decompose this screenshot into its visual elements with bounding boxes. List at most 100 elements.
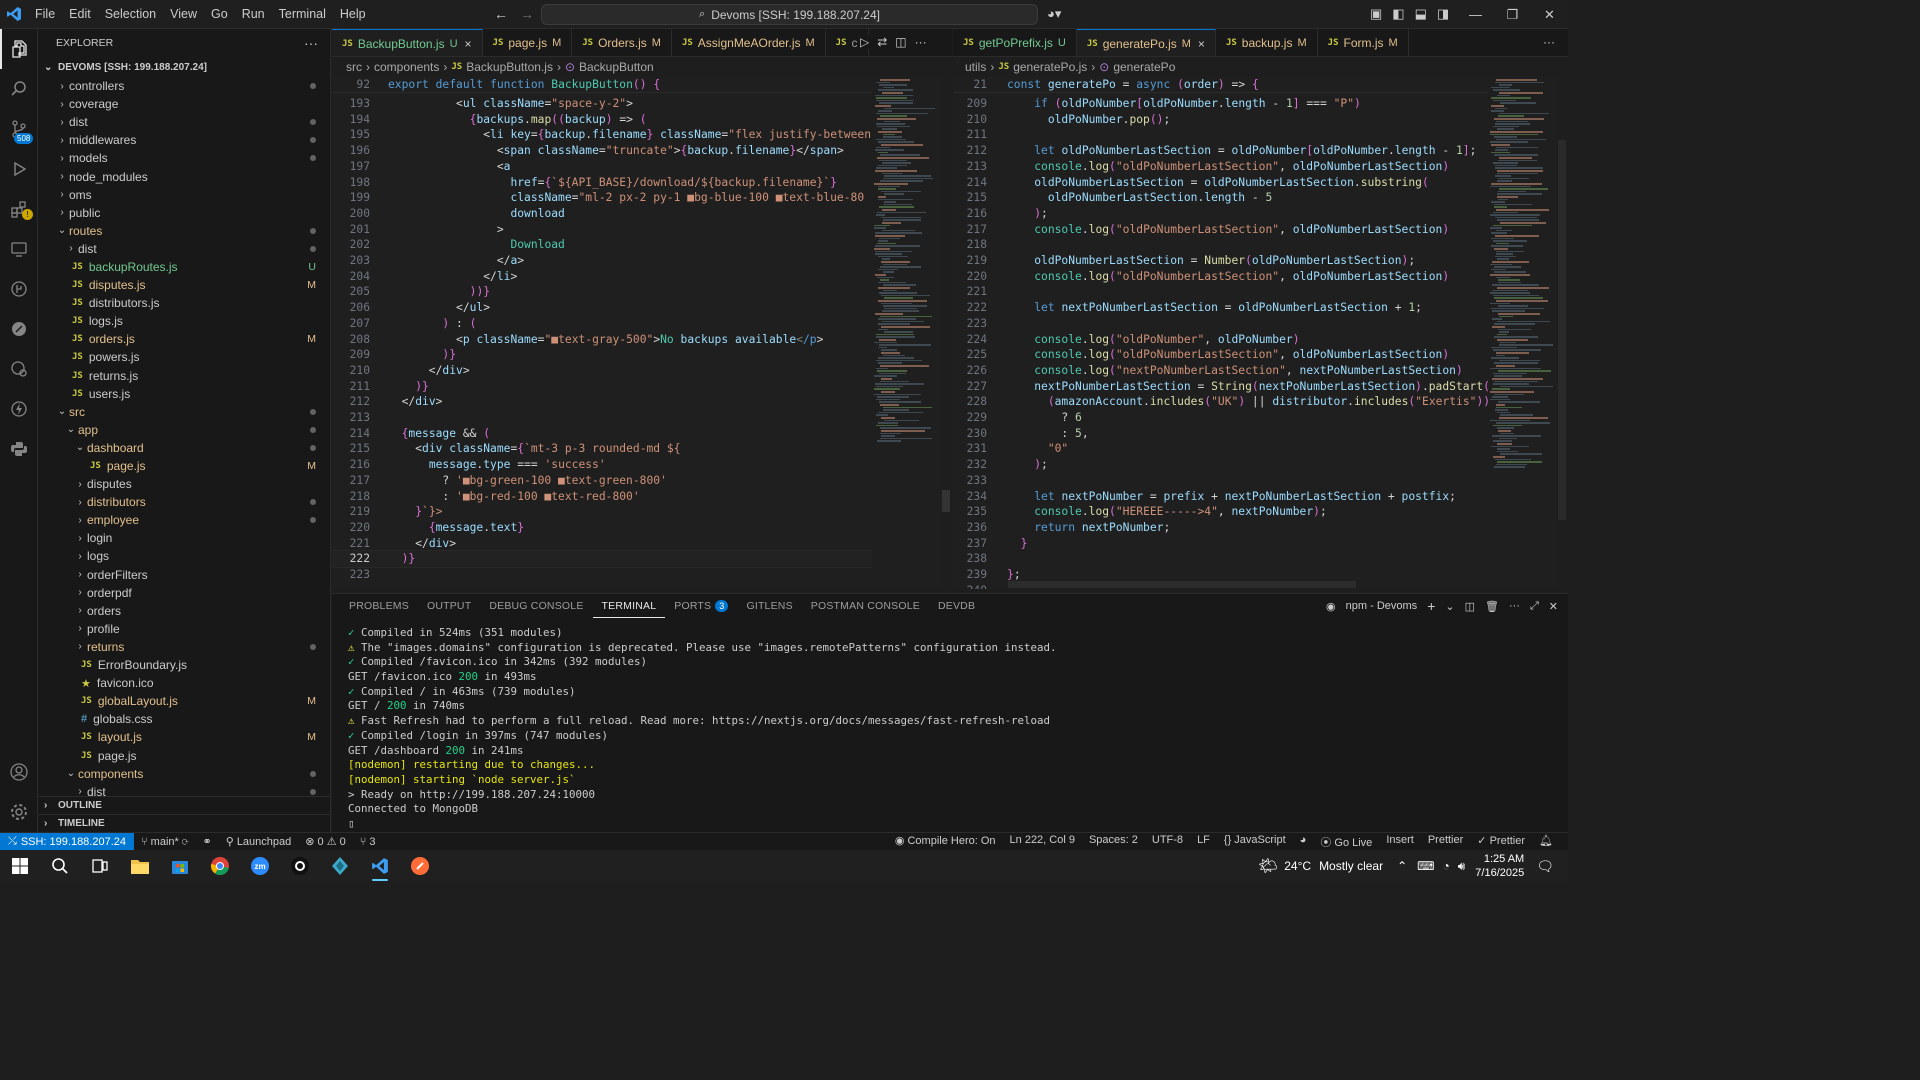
back-arrow-icon[interactable]: ← bbox=[494, 6, 508, 22]
folder-item[interactable]: › oms bbox=[38, 186, 330, 204]
code-line[interactable]: 214 oldPoNumberLastSection = oldPoNumber… bbox=[953, 175, 1488, 191]
search-icon[interactable] bbox=[0, 69, 38, 109]
weather-description[interactable]: Mostly clear bbox=[1319, 859, 1383, 873]
chevron-up-icon[interactable]: ⌃ bbox=[1397, 859, 1407, 873]
code-line[interactable]: 209 if (oldPoNumber[oldPoNumber.length -… bbox=[953, 96, 1488, 112]
code-line[interactable]: 221 </div> bbox=[332, 536, 872, 552]
code-line[interactable]: 213 bbox=[332, 410, 872, 426]
file-item[interactable]: JS logs.js bbox=[38, 312, 330, 330]
source-control-icon[interactable]: 508 bbox=[0, 109, 38, 149]
close-tab-icon[interactable]: × bbox=[465, 37, 472, 51]
code-line[interactable]: 193 <ul className="space-y-2"> bbox=[332, 96, 872, 112]
code-line[interactable]: 215 <div className={`mt-3 p-3 rounded-md… bbox=[332, 441, 872, 457]
file-item[interactable]: JS page.js bbox=[38, 746, 330, 764]
postman-taskbar-icon[interactable] bbox=[400, 850, 440, 882]
code-line[interactable]: 216 ); bbox=[953, 206, 1488, 222]
menu-file[interactable]: File bbox=[28, 0, 62, 29]
accounts-icon[interactable] bbox=[0, 752, 38, 792]
code-line[interactable]: 222 )} bbox=[332, 550, 872, 569]
editor-tab[interactable]: JS getPoPrefix.js U bbox=[953, 29, 1077, 56]
sticky-scroll-line[interactable]: 92 export default function BackupButton()… bbox=[332, 77, 872, 93]
code-line[interactable]: 218 : '■bg-red-100 ■text-red-800' bbox=[332, 489, 872, 505]
right-scrollbar[interactable] bbox=[1558, 140, 1566, 520]
restore-icon[interactable]: ❐ bbox=[1494, 0, 1531, 29]
editor-tab[interactable]: JS backup.js M bbox=[1216, 29, 1318, 56]
code-line[interactable]: 204 </li> bbox=[332, 269, 872, 285]
menu-selection[interactable]: Selection bbox=[98, 0, 163, 29]
command-center[interactable]: ⌕ Devoms [SSH: 199.188.207.24] bbox=[541, 4, 1038, 25]
file-item[interactable]: JS disputes.js M bbox=[38, 276, 330, 294]
editor-tab[interactable]: JS AssignMeAOrder.js M bbox=[672, 29, 826, 56]
clock[interactable]: 1:25 AM 7/16/2025 bbox=[1475, 852, 1524, 880]
code-line[interactable]: 211 )} bbox=[332, 379, 872, 395]
close-icon[interactable]: ✕ bbox=[1531, 0, 1568, 29]
panel-tab-gitlens[interactable]: GITLENS bbox=[737, 594, 801, 618]
chrome-icon[interactable] bbox=[200, 850, 240, 882]
file-item[interactable]: ★ favicon.ico bbox=[38, 674, 330, 692]
code-line[interactable]: 223 bbox=[953, 316, 1488, 332]
encoding[interactable]: UTF-8 bbox=[1145, 834, 1190, 850]
weather-icon[interactable]: 🌤︎ bbox=[1258, 856, 1278, 876]
code-line[interactable]: 225 console.log("oldPoNumberLastSection"… bbox=[953, 347, 1488, 363]
right-minimap[interactable] bbox=[1488, 77, 1558, 589]
trash-icon[interactable]: 🗑 bbox=[1485, 600, 1499, 613]
thunder-client-icon[interactable] bbox=[0, 389, 38, 429]
code-line[interactable]: 222 let nextPoNumberLastSection = oldPoN… bbox=[953, 300, 1488, 316]
file-item[interactable]: JS globalLayout.js M bbox=[38, 692, 330, 710]
notifications-bell-icon[interactable]: 🔔︎ bbox=[1532, 834, 1560, 850]
right-more-actions-icon[interactable]: ··· bbox=[1543, 35, 1555, 49]
code-line[interactable]: 224 console.log("oldPoNumber", oldPoNumb… bbox=[953, 332, 1488, 348]
code-line[interactable]: 211 bbox=[953, 127, 1488, 143]
database-icon[interactable] bbox=[0, 349, 38, 389]
compare-changes-icon[interactable]: ⇄ bbox=[877, 35, 887, 49]
code-line[interactable]: 198 href={`${API_BASE}/download/${backup… bbox=[332, 175, 872, 191]
timeline-section[interactable]: › TIMELINE bbox=[38, 814, 331, 832]
code-line[interactable]: 217 ? '■bg-green-100 ■text-green-800' bbox=[332, 473, 872, 489]
folder-item[interactable]: › models bbox=[38, 149, 330, 167]
close-panel-icon[interactable]: ✕ bbox=[1549, 600, 1558, 613]
code-line[interactable]: 194 {backups.map((backup) => ( bbox=[332, 112, 872, 128]
file-item[interactable]: JS ErrorBoundary.js bbox=[38, 656, 330, 674]
split-terminal-icon[interactable]: ◫ bbox=[1465, 600, 1475, 613]
folder-item[interactable]: › logs bbox=[38, 547, 330, 565]
microsoft-store-icon[interactable] bbox=[160, 850, 200, 882]
code-line[interactable]: 196 <span className="truncate">{backup.f… bbox=[332, 143, 872, 159]
taskbar-search-icon[interactable] bbox=[40, 850, 80, 882]
panel-tab-output[interactable]: OUTPUT bbox=[418, 594, 480, 618]
breadcrumb-item[interactable]: components bbox=[374, 60, 439, 74]
editor-tab[interactable]: JS Orders.js M bbox=[572, 29, 672, 56]
breadcrumb-item[interactable]: generatePo bbox=[1113, 60, 1175, 74]
toggle-secondary-sidebar-icon[interactable]: ◨ bbox=[1437, 6, 1449, 22]
ports-indicator[interactable]: ⑂ 3 bbox=[353, 836, 383, 848]
extensions-icon[interactable]: ! bbox=[0, 189, 38, 229]
sticky-scroll-line[interactable]: 21 const generatePo = async (order) => { bbox=[953, 77, 1488, 93]
code-line[interactable]: 217 console.log("oldPoNumberLastSection"… bbox=[953, 222, 1488, 238]
folder-item[interactable]: › orders bbox=[38, 602, 330, 620]
folder-item[interactable]: › node_modules bbox=[38, 167, 330, 185]
code-line[interactable]: 226 console.log("nextPoNumberLastSection… bbox=[953, 363, 1488, 379]
code-line[interactable]: 238 bbox=[953, 551, 1488, 567]
maximize-panel-icon[interactable]: ⤢ bbox=[1530, 600, 1539, 613]
menu-edit[interactable]: Edit bbox=[62, 0, 98, 29]
code-line[interactable]: 229 ? 6 bbox=[953, 410, 1488, 426]
windows-start-icon[interactable] bbox=[0, 850, 40, 882]
code-line[interactable]: 210 </div> bbox=[332, 363, 872, 379]
language-mode[interactable]: {} JavaScript bbox=[1217, 834, 1293, 850]
split-editor-icon[interactable]: ◫ bbox=[895, 35, 906, 49]
compile-hero-status[interactable]: ◉ Compile Hero: On bbox=[888, 834, 1003, 850]
more-actions-icon[interactable]: ··· bbox=[915, 35, 927, 49]
folder-item[interactable]: › distributors bbox=[38, 493, 330, 511]
insert-mode[interactable]: Insert bbox=[1379, 834, 1421, 850]
terminal-output[interactable]: ✓ Compiled in 524ms (351 modules) ⚠ The "… bbox=[348, 626, 1548, 832]
folder-item[interactable]: › login bbox=[38, 529, 330, 547]
code-line[interactable]: 212 </div> bbox=[332, 394, 872, 410]
panel-tab-ports[interactable]: PORTS 3 bbox=[665, 594, 737, 618]
prettier-status[interactable]: Prettier bbox=[1421, 834, 1470, 850]
toggle-panel-icon[interactable]: ⬓ bbox=[1415, 6, 1427, 22]
vscode-taskbar-icon[interactable] bbox=[360, 850, 400, 882]
volume-icon[interactable]: 🔊︎ bbox=[1458, 859, 1466, 874]
left-scrollbar[interactable] bbox=[942, 490, 950, 512]
file-item[interactable]: JS distributors.js bbox=[38, 294, 330, 312]
settings-gear-icon[interactable] bbox=[0, 792, 38, 832]
sync-icon[interactable]: ⟳ bbox=[182, 836, 189, 848]
